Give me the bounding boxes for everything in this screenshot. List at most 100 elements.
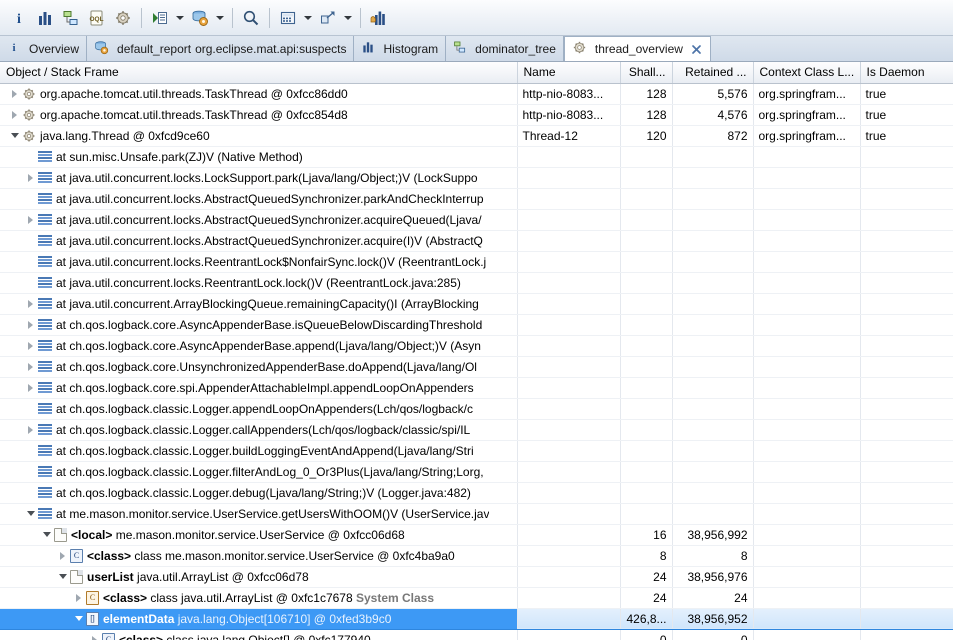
dominator-tree-icon[interactable] <box>58 5 84 31</box>
table-row[interactable]: at ch.qos.logback.core.spi.AppenderAttac… <box>0 377 953 399</box>
cell-object-stack-frame[interactable]: at ch.qos.logback.classic.Logger.filterA… <box>0 461 518 483</box>
cell-object-stack-frame[interactable]: at java.util.concurrent.locks.AbstractQu… <box>0 188 518 210</box>
cell-object-stack-frame[interactable]: C <class> class java.util.ArrayList @ 0xf… <box>0 587 518 609</box>
export-dropdown-icon[interactable] <box>341 5 355 31</box>
cell-object-stack-frame[interactable]: at ch.qos.logback.core.AsyncAppenderBase… <box>0 335 518 357</box>
cell-object-stack-frame[interactable]: at ch.qos.logback.core.spi.AppenderAttac… <box>0 377 518 399</box>
expand-arrow-icon[interactable] <box>25 214 36 225</box>
cell-object-stack-frame[interactable]: at ch.qos.logback.classic.Logger.debug(L… <box>0 482 518 504</box>
expand-arrow-icon[interactable] <box>9 109 20 120</box>
run-expert-system-test-icon[interactable] <box>147 5 173 31</box>
table-row[interactable]: at java.util.concurrent.ArrayBlockingQue… <box>0 293 953 315</box>
table-row[interactable]: at java.util.concurrent.locks.LockSuppor… <box>0 167 953 189</box>
table-row[interactable]: at java.util.concurrent.locks.AbstractQu… <box>0 209 953 231</box>
table-row[interactable]: at ch.qos.logback.classic.Logger.callApp… <box>0 419 953 441</box>
cell-object-stack-frame[interactable]: C <class> class me.mason.monitor.service.… <box>0 545 518 567</box>
cell-object-stack-frame[interactable]: org.apache.tomcat.util.threads.TaskThrea… <box>0 83 518 105</box>
cell-object-stack-frame[interactable]: at me.mason.monitor.service.UserService.… <box>0 503 518 525</box>
collapse-arrow-icon[interactable] <box>41 529 52 540</box>
table-row[interactable]: [] elementData java.lang.Object[106710] @… <box>0 608 953 630</box>
table-row[interactable]: at java.util.concurrent.locks.AbstractQu… <box>0 230 953 252</box>
table-row[interactable]: at ch.qos.logback.core.AsyncAppenderBase… <box>0 314 953 336</box>
column-header-shallow-heap[interactable]: Shall... <box>620 62 673 84</box>
table-row[interactable]: at ch.qos.logback.core.UnsynchronizedApp… <box>0 356 953 378</box>
open-query-browser-dropdown-icon[interactable] <box>213 5 227 31</box>
table-row[interactable]: org.apache.tomcat.util.threads.TaskThrea… <box>0 104 953 126</box>
tab-overview[interactable]: i Overview <box>0 36 88 61</box>
table-row[interactable]: C <class> class me.mason.monitor.service.… <box>0 545 953 567</box>
table-row[interactable]: at java.util.concurrent.locks.ReentrantL… <box>0 251 953 273</box>
cell-object-stack-frame[interactable]: at java.util.concurrent.locks.ReentrantL… <box>0 251 518 273</box>
calculator-dropdown-icon[interactable] <box>301 5 315 31</box>
cell-object-stack-frame[interactable]: [] elementData java.lang.Object[106710] @… <box>0 608 518 630</box>
cell-object-stack-frame[interactable]: org.apache.tomcat.util.threads.TaskThrea… <box>0 104 518 126</box>
table-row[interactable]: at ch.qos.logback.classic.Logger.filterA… <box>0 461 953 483</box>
expand-arrow-icon[interactable] <box>25 172 36 183</box>
cell-object-stack-frame[interactable]: C <class> class java.lang.Object[] @ 0xfc… <box>0 629 518 640</box>
cell-object-stack-frame[interactable]: at java.util.concurrent.locks.AbstractQu… <box>0 230 518 252</box>
inspector-icon[interactable]: i <box>6 5 32 31</box>
run-expert-system-test-dropdown-icon[interactable] <box>173 5 187 31</box>
collapse-arrow-icon[interactable] <box>57 571 68 582</box>
expand-arrow-icon[interactable] <box>89 634 100 640</box>
table-row[interactable]: <local> me.mason.monitor.service.UserSer… <box>0 524 953 546</box>
tab-thread-overview[interactable]: thread_overview <box>563 36 711 61</box>
cell-object-stack-frame[interactable]: at ch.qos.logback.core.AsyncAppenderBase… <box>0 314 518 336</box>
table-row[interactable]: at ch.qos.logback.classic.Logger.appendL… <box>0 398 953 420</box>
expand-arrow-icon[interactable] <box>25 424 36 435</box>
table-row[interactable]: at me.mason.monitor.service.UserService.… <box>0 503 953 525</box>
table-row[interactable]: at ch.qos.logback.core.AsyncAppenderBase… <box>0 335 953 357</box>
collapse-arrow-icon[interactable] <box>73 613 84 624</box>
cell-object-stack-frame[interactable]: userList java.util.ArrayList @ 0xfcc06d7… <box>0 566 518 588</box>
tab-dominator-tree[interactable]: dominator_tree <box>446 36 564 61</box>
cell-object-stack-frame[interactable]: at ch.qos.logback.classic.Logger.callApp… <box>0 419 518 441</box>
compare-histogram-icon[interactable] <box>366 5 392 31</box>
table-row[interactable]: C <class> class java.util.ArrayList @ 0xf… <box>0 587 953 609</box>
column-header-retained-heap[interactable]: Retained ... <box>672 62 754 84</box>
table-row[interactable]: at sun.misc.Unsafe.park(ZJ)V (Native Met… <box>0 146 953 168</box>
expand-arrow-icon[interactable] <box>25 361 36 372</box>
oql-icon[interactable]: OQL <box>84 5 110 31</box>
thread-table-container[interactable]: Object / Stack Frame Name Shall... Retai… <box>0 62 953 640</box>
tab-default-report[interactable]: default_report org.eclipse.mat.api:suspe… <box>87 36 355 61</box>
export-icon[interactable] <box>315 5 341 31</box>
open-query-browser-icon[interactable] <box>187 5 213 31</box>
expand-arrow-icon[interactable] <box>25 298 36 309</box>
column-header-context-class-loader[interactable]: Context Class L... <box>753 62 861 84</box>
close-icon[interactable] <box>690 43 703 56</box>
cell-object-stack-frame[interactable]: at java.util.concurrent.locks.ReentrantL… <box>0 272 518 294</box>
expand-arrow-icon[interactable] <box>57 550 68 561</box>
expand-arrow-icon[interactable] <box>73 592 84 603</box>
expand-arrow-icon[interactable] <box>25 319 36 330</box>
cell-object-stack-frame[interactable]: at ch.qos.logback.classic.Logger.appendL… <box>0 398 518 420</box>
collapse-arrow-icon[interactable] <box>25 508 36 519</box>
expand-arrow-icon[interactable] <box>9 88 20 99</box>
collapse-arrow-icon[interactable] <box>9 130 20 141</box>
cell-object-stack-frame[interactable]: at ch.qos.logback.classic.Logger.buildLo… <box>0 440 518 462</box>
cell-object-stack-frame[interactable]: at java.util.concurrent.locks.LockSuppor… <box>0 167 518 189</box>
column-header-is-daemon[interactable]: Is Daemon <box>860 62 953 84</box>
table-row[interactable]: org.apache.tomcat.util.threads.TaskThrea… <box>0 83 953 105</box>
table-row[interactable]: at java.util.concurrent.locks.ReentrantL… <box>0 272 953 294</box>
column-header-name[interactable]: Name <box>517 62 621 84</box>
search-icon[interactable] <box>238 5 264 31</box>
table-row[interactable]: at ch.qos.logback.classic.Logger.buildLo… <box>0 440 953 462</box>
table-row[interactable]: java.lang.Thread @ 0xfcd9ce60 Thread-12 12… <box>0 125 953 147</box>
table-row[interactable]: userList java.util.ArrayList @ 0xfcc06d7… <box>0 566 953 588</box>
query-browser-gear-icon[interactable] <box>110 5 136 31</box>
cell-object-stack-frame[interactable]: at java.util.concurrent.locks.AbstractQu… <box>0 209 518 231</box>
expand-arrow-icon[interactable] <box>25 382 36 393</box>
cell-object-stack-frame[interactable]: at java.util.concurrent.ArrayBlockingQue… <box>0 293 518 315</box>
expand-arrow-icon[interactable] <box>25 340 36 351</box>
table-row[interactable]: at java.util.concurrent.locks.AbstractQu… <box>0 188 953 210</box>
cell-object-stack-frame[interactable]: <local> me.mason.monitor.service.UserSer… <box>0 524 518 546</box>
column-header-object-stack-frame[interactable]: Object / Stack Frame <box>0 62 518 84</box>
calculator-icon[interactable] <box>275 5 301 31</box>
cell-object-stack-frame[interactable]: at sun.misc.Unsafe.park(ZJ)V (Native Met… <box>0 146 518 168</box>
tab-histogram[interactable]: Histogram <box>354 36 447 61</box>
cell-object-stack-frame[interactable]: java.lang.Thread @ 0xfcd9ce60 <box>0 125 518 147</box>
histogram-icon[interactable] <box>32 5 58 31</box>
cell-object-stack-frame[interactable]: at ch.qos.logback.core.UnsynchronizedApp… <box>0 356 518 378</box>
table-row[interactable]: C <class> class java.lang.Object[] @ 0xfc… <box>0 629 953 640</box>
table-row[interactable]: at ch.qos.logback.classic.Logger.debug(L… <box>0 482 953 504</box>
